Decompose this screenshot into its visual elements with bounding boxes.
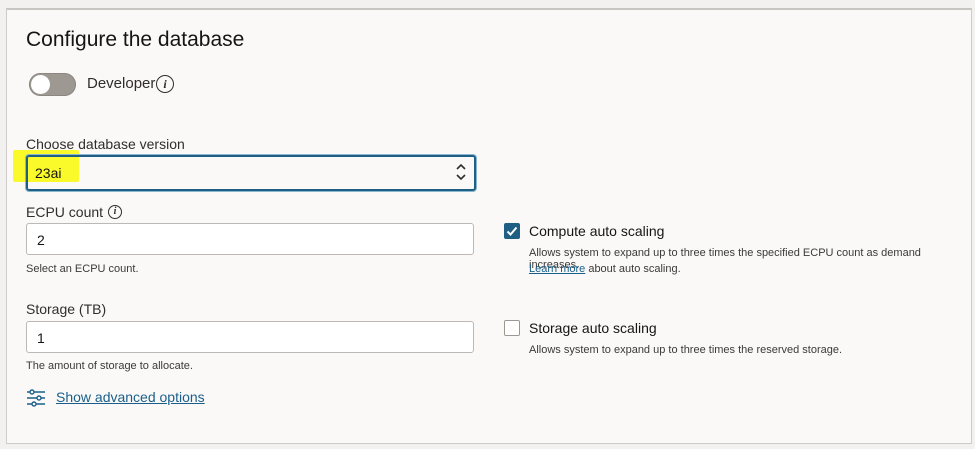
checkmark-icon [506, 226, 518, 236]
storage-input[interactable]: 1 [26, 321, 474, 353]
ecpu-count-input[interactable]: 2 [26, 223, 474, 255]
section-title: Configure the database [26, 28, 245, 51]
ecpu-count-help: Select an ECPU count. [26, 263, 139, 275]
learn-more-suffix: about auto scaling. [585, 263, 681, 275]
compute-auto-scaling-label: Compute auto scaling [529, 223, 665, 239]
storage-help: The amount of storage to allocate. [26, 360, 193, 372]
storage-label: Storage (TB) [26, 301, 107, 317]
compute-auto-scaling-checkbox[interactable] [504, 223, 520, 239]
toggle-knob [31, 75, 50, 94]
learn-more-line: Learn more about auto scaling. [529, 263, 681, 275]
chevron-up-down-icon [456, 163, 466, 181]
developer-toggle[interactable] [29, 73, 76, 96]
learn-more-link[interactable]: Learn more [529, 263, 585, 275]
storage-auto-scaling-help: Allows system to expand up to three time… [529, 344, 843, 356]
info-icon[interactable]: i [108, 205, 122, 219]
database-version-value: 23ai [35, 165, 62, 181]
configure-database-panel: Configure the database Developer i Choos… [6, 8, 972, 444]
database-version-select[interactable]: 23ai [26, 155, 476, 191]
storage-auto-scaling-checkbox[interactable] [504, 320, 520, 336]
ecpu-count-value: 2 [37, 232, 45, 248]
developer-label: Developer [87, 75, 156, 92]
storage-value: 1 [37, 330, 45, 346]
show-advanced-options-link[interactable]: Show advanced options [56, 389, 205, 405]
storage-auto-scaling-label: Storage auto scaling [529, 320, 657, 336]
ecpu-count-label: ECPU count [26, 204, 104, 220]
sliders-icon[interactable] [26, 389, 46, 407]
info-icon[interactable]: i [156, 75, 174, 93]
